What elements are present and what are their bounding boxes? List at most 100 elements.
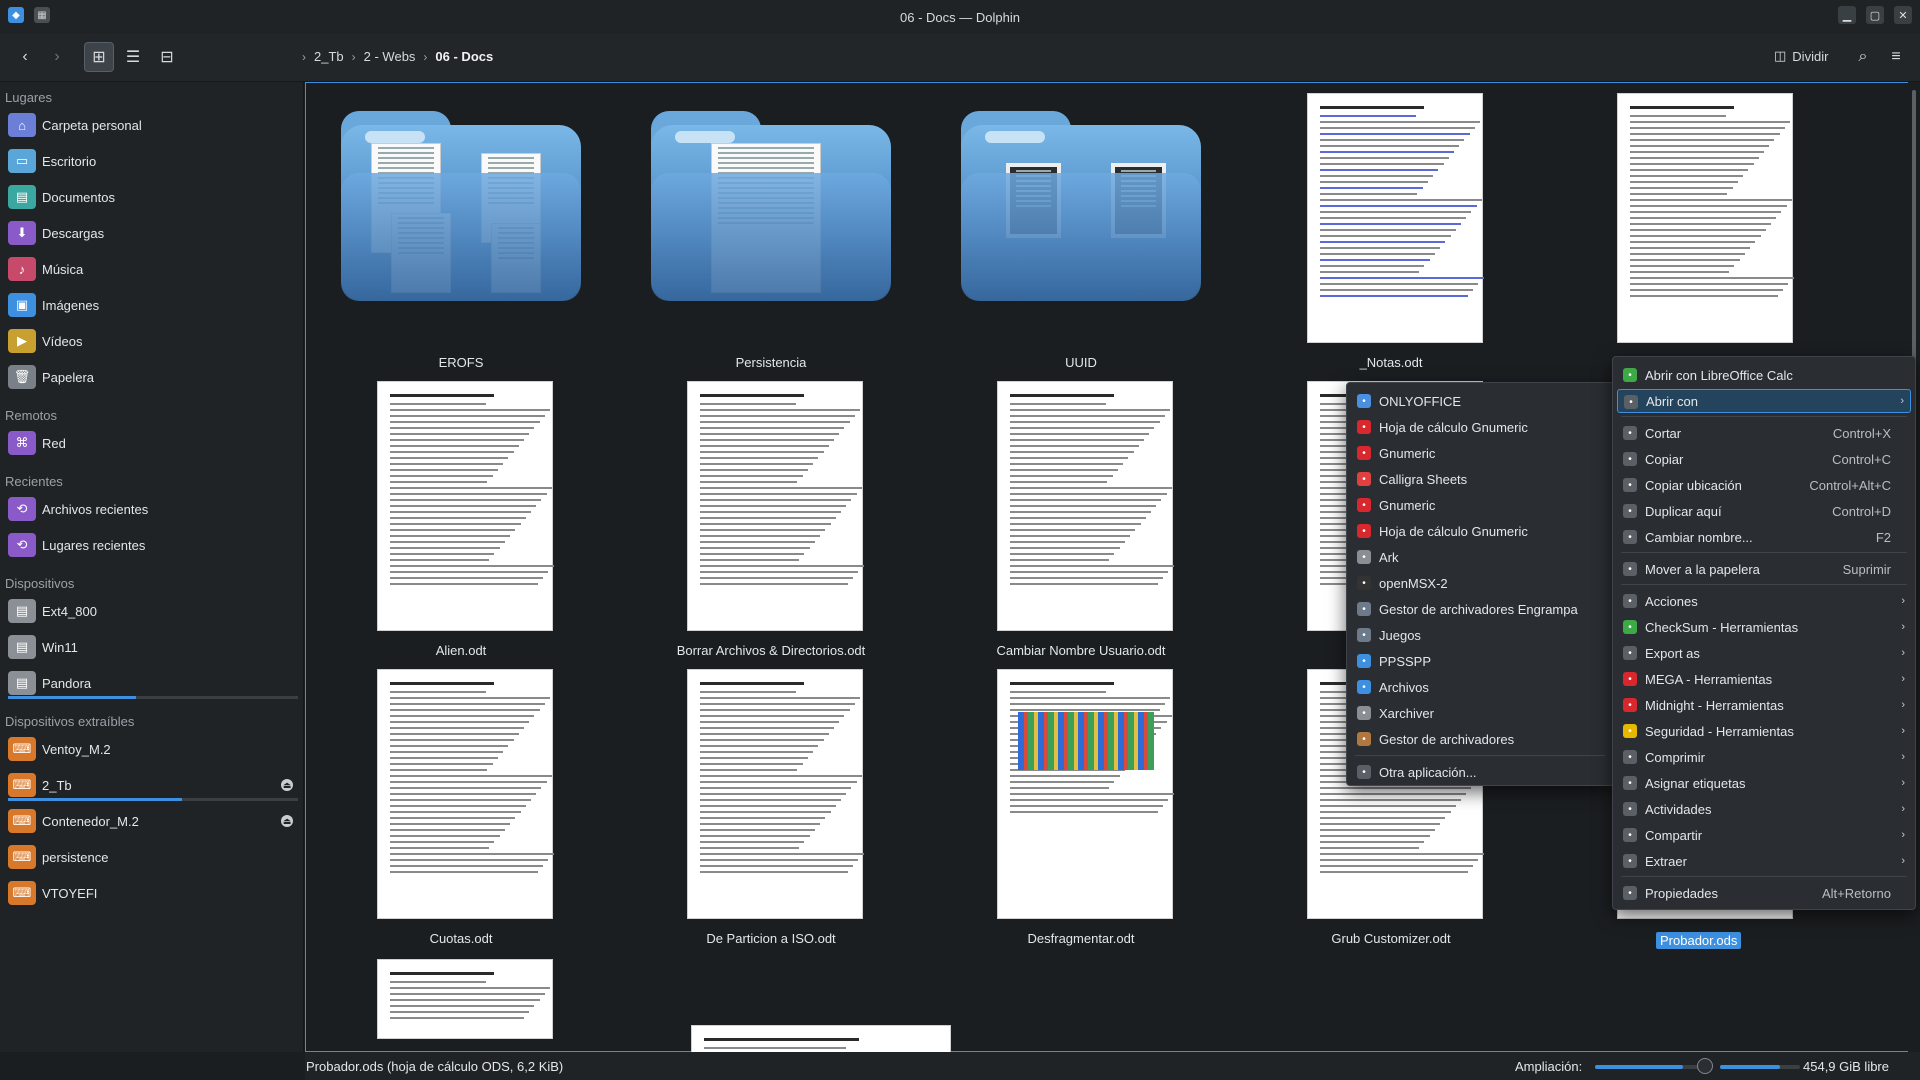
open-with-item[interactable]: • Calligra Sheets (1351, 467, 1609, 491)
thumbnail-text-line (390, 529, 516, 531)
menu-separator (1621, 876, 1907, 877)
context-menu-item[interactable]: • Copiar Control+C (1617, 447, 1911, 471)
open-with-item[interactable]: • Hoja de cálculo Gnumeric (1351, 415, 1609, 439)
sidebar-item[interactable]: ⌨ 2_Tb ⏏ (0, 768, 300, 802)
context-menu-item[interactable]: • Abrir con › (1617, 389, 1911, 413)
search-button[interactable]: ⌕ (1848, 42, 1878, 72)
thumbnail-text-line (700, 841, 805, 843)
back-button[interactable]: ‹ (10, 42, 40, 72)
menu-item-label: Propiedades (1645, 885, 1718, 901)
menu-item-label: Asignar etiquetas (1645, 775, 1746, 791)
icons-view-button[interactable]: ⊞ (84, 42, 114, 72)
sidebar-item[interactable]: ▤ Ext4_800 (0, 594, 300, 628)
breadcrumb-current[interactable]: 06 - Docs (435, 49, 493, 64)
thumbnail-text-line (390, 835, 500, 837)
open-with-item[interactable]: • Xarchiver (1351, 701, 1609, 725)
context-menu-item[interactable]: • Actividades › (1617, 797, 1911, 821)
sidebar-item[interactable]: ▤ Pandora (0, 666, 300, 700)
breadcrumb-item[interactable]: 2_Tb (314, 49, 344, 64)
sidebar-item[interactable]: ⌨ persistence (0, 840, 300, 874)
sidebar-item[interactable]: ⌂ Carpeta personal (0, 108, 300, 142)
thumbnail-text-line (1010, 799, 1169, 801)
open-with-item[interactable]: • PPSSPP (1351, 649, 1609, 673)
zoom-slider[interactable] (1595, 1065, 1705, 1069)
grid-view-icon: ⊞ (92, 49, 106, 66)
context-menu-item[interactable]: • Compartir › (1617, 823, 1911, 847)
hamburger-menu-button[interactable]: ≡ (1881, 42, 1911, 72)
open-with-item[interactable]: • Juegos (1351, 623, 1609, 647)
dolphin-app-icon[interactable]: ◆ (8, 7, 24, 23)
split-view-button[interactable]: ◫ Dividir (1774, 48, 1828, 64)
context-menu-item[interactable]: • CheckSum - Herramientas › (1617, 615, 1911, 639)
thumbnail-text-line (1630, 241, 1756, 243)
forward-button[interactable]: › (42, 42, 72, 72)
context-menu-item[interactable]: • Duplicar aquí Control+D (1617, 499, 1911, 523)
thumbnail-text-line (1630, 217, 1777, 219)
open-with-item[interactable]: • Gestor de archivadores Engrampa (1351, 597, 1609, 621)
context-menu-item[interactable]: • Cambiar nombre... F2 (1617, 525, 1911, 549)
sidebar-item[interactable]: ⌨ Contenedor_M.2 ⏏ (0, 804, 300, 838)
context-menu-item[interactable]: • Seguridad - Herramientas › (1617, 719, 1911, 743)
sidebar-item[interactable]: ▤ Win11 (0, 630, 300, 664)
sidebar-item[interactable]: 🗑 Papelera (0, 360, 300, 394)
open-with-item[interactable]: • Otra aplicación... (1351, 760, 1609, 784)
sidebar-item[interactable]: ▭ Escritorio (0, 144, 300, 178)
sidebar-item[interactable]: ⟲ Lugares recientes (0, 528, 300, 562)
thumbnail-text-line (1320, 181, 1428, 183)
thumbnail-text-line (1320, 199, 1482, 201)
open-with-item[interactable]: • Gestor de archivadores (1351, 727, 1609, 751)
context-menu-item[interactable]: • Extraer › (1617, 849, 1911, 873)
page-line (378, 167, 434, 169)
compact-view-button[interactable]: ☰ (118, 42, 148, 72)
menu-item-label: Abrir con (1646, 393, 1699, 409)
eject-icon[interactable]: ⏏ (281, 815, 293, 827)
trash-icon: 🗑 (8, 365, 36, 389)
chevron-right-icon: › (1901, 855, 1905, 867)
sidebar-item[interactable]: ⌘ Red (0, 426, 300, 460)
sidebar-item[interactable]: ⌨ Ventoy_M.2 (0, 732, 300, 766)
sidebar-item-label: Imágenes (42, 297, 100, 313)
sidebar-item[interactable]: ▣ Imágenes (0, 288, 300, 322)
sidebar-item[interactable]: ♪ Música (0, 252, 300, 286)
sidebar-item[interactable]: ⟲ Archivos recientes (0, 492, 300, 526)
context-menu-item[interactable]: • Copiar ubicación Control+Alt+C (1617, 473, 1911, 497)
minimize-button[interactable]: ▁ (1838, 6, 1856, 24)
breadcrumb-item[interactable]: 2 - Webs (364, 49, 416, 64)
maximize-button[interactable]: ▢ (1866, 6, 1884, 24)
context-menu-item[interactable]: • Export as › (1617, 641, 1911, 665)
thumbnail-text-line (390, 487, 552, 489)
thumbnail-title-line (390, 394, 495, 397)
context-menu-item[interactable]: • Midnight - Herramientas › (1617, 693, 1911, 717)
sidebar-item[interactable]: ▶ Vídeos (0, 324, 300, 358)
open-with-item[interactable]: • Gnumeric (1351, 441, 1609, 465)
thumbnail-text-line (1010, 403, 1106, 405)
thumbnail-text-line (390, 499, 542, 501)
pin-icon[interactable]: ▦ (34, 7, 50, 23)
open-with-item[interactable]: • Ark (1351, 545, 1609, 569)
context-menu-item[interactable]: • Abrir con LibreOffice Calc (1617, 363, 1911, 387)
details-view-button[interactable]: ⊟ (152, 42, 182, 72)
file-label-selected[interactable]: Probador.ods (1656, 932, 1742, 949)
close-button[interactable]: ✕ (1894, 6, 1912, 24)
context-menu-item[interactable]: • Mover a la papelera Suprimir (1617, 557, 1911, 581)
thumbnail-text-line (700, 697, 861, 699)
context-menu-item[interactable]: • Propiedades Alt+Retorno (1617, 881, 1911, 905)
open-with-item[interactable]: • Archivos (1351, 675, 1609, 699)
sidebar-item[interactable]: ▤ Documentos (0, 180, 300, 214)
open-with-item[interactable]: • ONLYOFFICE (1351, 389, 1609, 413)
zoom-slider-handle[interactable] (1697, 1058, 1713, 1074)
context-menu-item[interactable]: • Comprimir › (1617, 745, 1911, 769)
context-menu-item[interactable]: • Cortar Control+X (1617, 421, 1911, 445)
sidebar-item[interactable]: ⌨ VTOYEFI (0, 876, 300, 910)
eject-icon[interactable]: ⏏ (281, 779, 293, 791)
context-menu-item[interactable]: • Acciones › (1617, 589, 1911, 613)
tag-icon: • (1623, 776, 1637, 790)
open-with-item[interactable]: • openMSX-2 (1351, 571, 1609, 595)
open-with-item[interactable]: • Gnumeric (1351, 493, 1609, 517)
context-menu-item[interactable]: • MEGA - Herramientas › (1617, 667, 1911, 691)
context-menu-item[interactable]: • Asignar etiquetas › (1617, 771, 1911, 795)
menu-item-shortcut: Control+C (1832, 451, 1891, 467)
open-with-item[interactable]: • Hoja de cálculo Gnumeric (1351, 519, 1609, 543)
sidebar-item[interactable]: ⬇ Descargas (0, 216, 300, 250)
scrollbar-thumb[interactable] (1912, 90, 1916, 390)
